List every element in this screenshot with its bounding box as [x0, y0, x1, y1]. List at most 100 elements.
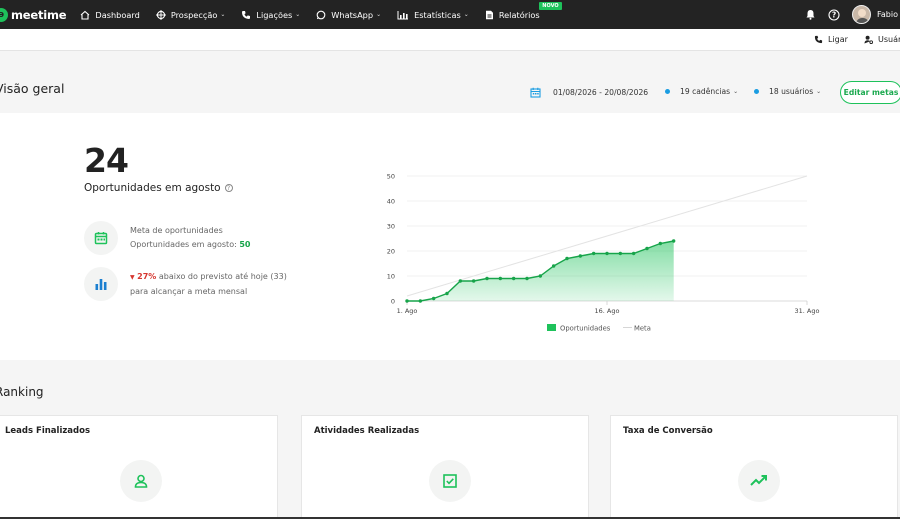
chevron-down-icon: ⌄	[733, 88, 739, 95]
ranking-card-leads: Leads Finalizados	[0, 415, 278, 519]
nav-label: Dashboard	[95, 9, 140, 20]
checkbox-icon	[443, 474, 457, 488]
chevron-down-icon: ⌄	[295, 11, 301, 18]
home-icon	[81, 10, 90, 20]
below-text: abaixo do previsto até hoje (33)	[156, 272, 287, 281]
nav-prospeccao[interactable]: Prospecção ⌄	[155, 9, 226, 20]
user-name[interactable]: Fabio	[877, 10, 898, 19]
logo-icon: ə	[0, 7, 8, 22]
x-tick-label: 31. Ago	[795, 307, 820, 315]
ranking-card-title: Leads Finalizados	[5, 426, 91, 436]
opportunities-chart: 0 10 20 30 40 50 1. Ago 16. Ago 31. Ago Oportun…	[387, 173, 820, 333]
logo-text: meetime	[11, 7, 67, 22]
whatsapp-icon	[316, 10, 326, 19]
phone-icon	[814, 35, 823, 44]
page-title: Visão geral	[0, 81, 65, 96]
nav-estatisticas[interactable]: Estatísticas ⌄	[397, 10, 469, 20]
data-point	[671, 239, 676, 243]
nav-label: Estatísticas	[414, 9, 461, 20]
nav-label: WhatsApp	[331, 9, 374, 20]
data-point	[658, 241, 663, 246]
data-point	[498, 276, 503, 281]
legend-label-oportunidades: Oportunidades	[560, 325, 611, 333]
y-tick-label: 10	[387, 273, 395, 281]
secondary-toolbar: Ligar Usuári	[0, 29, 900, 51]
nav-label: Ligações	[256, 9, 293, 20]
target-icon	[155, 9, 166, 20]
y-tick-label: 0	[391, 298, 395, 306]
trending-up-icon	[750, 475, 767, 486]
status-dot	[665, 89, 670, 94]
below-target-line: ▼ 27% abaixo do previsto até hoje (33)	[130, 270, 287, 285]
goal-value: 50	[239, 239, 251, 249]
users-filter[interactable]: 18 usuários ⌄	[754, 87, 821, 96]
notifications-bell-icon[interactable]	[805, 9, 816, 20]
nav-right: ? Fabio	[805, 0, 900, 29]
nav-ligacoes[interactable]: Ligações ⌄	[241, 10, 300, 20]
data-point	[458, 279, 463, 283]
data-point	[631, 251, 636, 256]
date-range-value: 01/08/2026 - 20/08/2026	[553, 88, 649, 97]
below-percent: 27%	[137, 272, 157, 281]
phone-icon	[242, 10, 251, 19]
data-point	[525, 276, 529, 281]
legend-swatch-oportunidades	[547, 324, 556, 331]
data-point	[471, 279, 476, 283]
calendar-icon	[530, 87, 541, 98]
goal-line-prefix: Oportunidades em agosto:	[130, 239, 240, 249]
data-point	[405, 299, 409, 303]
y-tick-label: 50	[387, 173, 395, 181]
nav-whatsapp[interactable]: WhatsApp ⌄	[316, 10, 381, 20]
opportunities-label: Oportunidades em agosto	[84, 182, 221, 194]
x-axis-ticks: 1. Ago 16. Ago 31. Ago	[397, 301, 820, 315]
call-button[interactable]: Ligar	[814, 35, 848, 44]
top-navbar: ə meetime Dashboard Prospecção ⌄ Ligações…	[0, 0, 900, 29]
user-icon	[134, 474, 148, 488]
help-icon[interactable]: ?	[224, 184, 233, 192]
meetime-logo[interactable]: ə meetime	[0, 7, 67, 22]
date-range-filter[interactable]: 01/08/2026 - 20/08/2026	[530, 87, 648, 98]
user-gear-icon	[864, 35, 873, 44]
cadences-filter[interactable]: 19 cadências ⌄	[665, 87, 738, 96]
data-point	[645, 246, 649, 251]
goal-info: Meta de oportunidades Oportunidades em a…	[130, 224, 250, 251]
nav-label: Prospecção	[170, 9, 218, 20]
data-point	[445, 291, 449, 296]
cadences-value: 19 cadências	[680, 87, 731, 96]
x-tick-label: 1. Ago	[397, 307, 418, 315]
svg-text:?: ?	[832, 10, 836, 19]
novo-badge: NOVO	[539, 1, 562, 10]
ranking-card-title: Atividades Realizadas	[314, 426, 420, 436]
nav-label: Relatórios	[498, 9, 540, 20]
data-point	[551, 264, 556, 268]
ranking-card-conversion: Taxa de Conversão	[610, 415, 898, 519]
data-point	[431, 296, 436, 301]
y-tick-label: 40	[387, 198, 395, 206]
data-point	[578, 254, 583, 258]
edit-goals-button[interactable]: Editar metas	[840, 81, 900, 104]
calendar-icon	[94, 232, 108, 245]
data-point	[485, 276, 489, 281]
ranking-card-activities: Atividades Realizadas	[301, 415, 589, 519]
below-target-info: ▼ 27% abaixo do previsto até hoje (33) p…	[130, 270, 287, 298]
y-axis-ticks: 0 10 20 30 40 50	[387, 173, 395, 306]
users-button[interactable]: Usuári	[864, 35, 900, 44]
data-point	[565, 256, 569, 261]
chevron-down-icon: ⌄	[220, 11, 226, 18]
nav-relatorios[interactable]: Relatórios NOVO	[485, 1, 562, 20]
legend-label-meta: Meta	[634, 325, 651, 333]
down-arrow-icon: ▼	[130, 274, 135, 281]
calendar-circle	[84, 221, 118, 255]
bar-chart-circle	[84, 267, 118, 301]
chart-legend: Oportunidades Meta	[547, 324, 651, 333]
data-point	[538, 274, 543, 278]
help-icon[interactable]: ?	[828, 8, 840, 21]
trending-up-icon-circle	[738, 460, 780, 502]
chevron-down-icon: ⌄	[463, 11, 469, 18]
opportunities-total: 24	[84, 141, 129, 180]
checkbox-icon-circle	[429, 460, 471, 502]
nav-dashboard[interactable]: Dashboard	[80, 9, 140, 20]
y-tick-label: 20	[387, 248, 395, 256]
user-avatar[interactable]	[852, 5, 872, 24]
ranking-title: Ranking	[0, 385, 44, 399]
